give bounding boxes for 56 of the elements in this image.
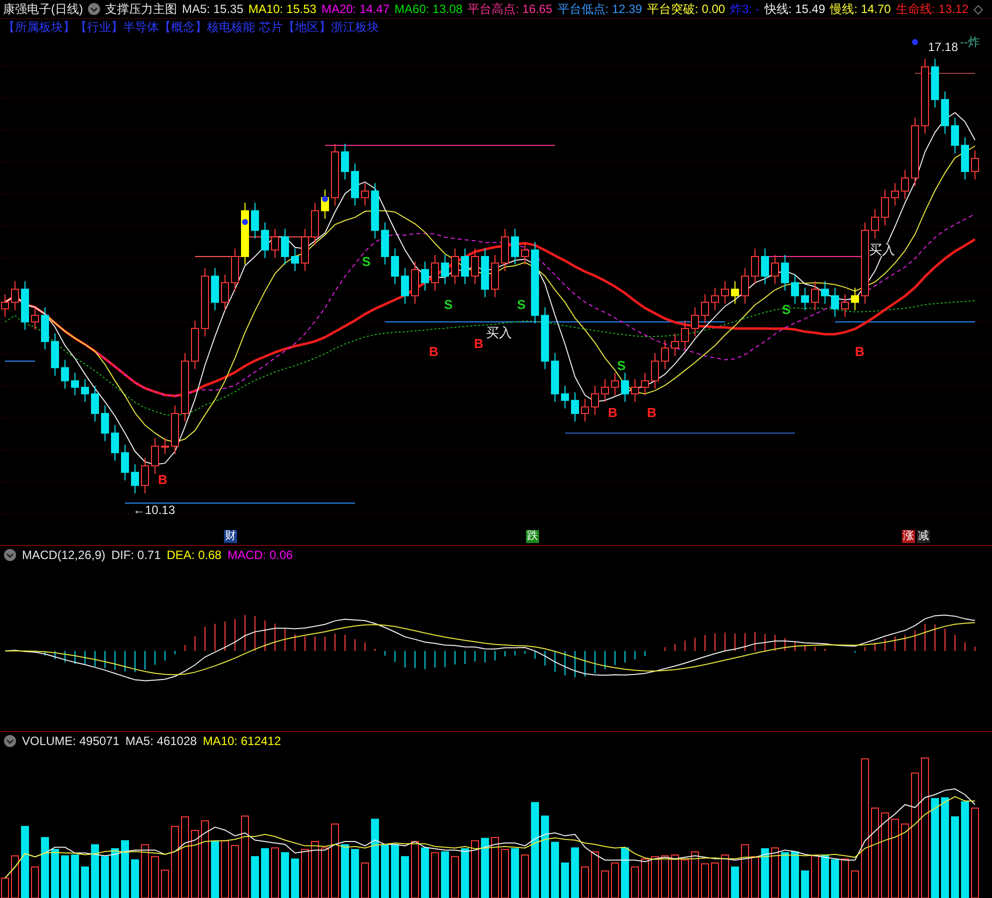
sector-info-text: 芯片: [259, 19, 283, 36]
buy-entry-label: 买入: [486, 326, 512, 339]
price-label: 17.18: [928, 41, 958, 53]
signal-letter: S: [517, 298, 526, 311]
indicator-value: MA5: 461028: [125, 734, 197, 748]
indicator-value: 平台突破: 0.00: [647, 0, 726, 18]
indicator-value: 炸3: -: [730, 0, 760, 18]
price-label: --炸: [960, 36, 980, 48]
indicator-name: 支撑压力主图: [105, 0, 177, 18]
peak-dot-icon: [322, 196, 328, 202]
signal-letter: B: [474, 337, 484, 350]
price-label: ←10.13: [133, 504, 176, 516]
signal-letter: B: [647, 406, 656, 419]
diamond-symbol[interactable]: ◇: [974, 2, 983, 16]
buy-entry-label: 买入: [869, 243, 895, 256]
platform-line: [4, 360, 36, 362]
indicator-value: MA10: 612412: [202, 734, 281, 748]
indicator-value: 平台高点: 16.65: [468, 0, 552, 18]
sector-info-text: 【地区】: [283, 19, 331, 36]
stock-name: 康强电子(日线): [3, 0, 83, 18]
indicator-value: VOLUME: 495071: [22, 734, 120, 748]
chevron-down-icon[interactable]: [4, 735, 16, 747]
peak-dot-icon: [242, 219, 248, 225]
indicator-value: MA10: 15.53: [248, 2, 316, 16]
indicator-value: 平台低点: 12.39: [557, 0, 642, 18]
event-marker[interactable]: 财: [224, 530, 237, 543]
indicator-value: MA20: 14.47: [321, 2, 390, 16]
signal-letter: B: [608, 406, 618, 419]
indicator-value: MA5: 15.35: [182, 2, 244, 16]
signal-letter: S: [362, 255, 371, 268]
signal-letter: B: [429, 345, 438, 358]
indicator-value: MACD: 0.06: [227, 548, 293, 562]
indicator-value: 生命线: 13.12: [896, 0, 969, 18]
macd-title: MACD(12,26,9): [22, 548, 106, 562]
sector-info-text: 【概念】: [159, 19, 207, 36]
indicator-value: MA60: 13.08: [394, 2, 463, 16]
sector-info-text: 浙江板块: [331, 19, 379, 36]
signal-letter: B: [855, 345, 864, 358]
signal-letter: S: [782, 303, 791, 316]
chevron-down-icon[interactable]: [4, 549, 16, 561]
indicator-value: DIF: 0.71: [111, 548, 161, 562]
signal-letter: S: [617, 359, 626, 372]
indicator-value: 慢线: 14.70: [830, 0, 891, 18]
indicator-value: 快线: 15.49: [764, 0, 826, 18]
event-marker[interactable]: 跌: [526, 530, 539, 543]
chevron-down-icon[interactable]: [88, 3, 100, 15]
peak-dot-icon: [912, 39, 918, 45]
sector-info-text: 【行业】: [75, 19, 123, 36]
sector-info-text: 核电核能: [207, 19, 255, 36]
signal-letter: B: [158, 473, 168, 486]
indicator-value: DEA: 0.68: [166, 548, 222, 562]
sector-info-text: 【所属板块】: [3, 19, 75, 36]
event-marker[interactable]: 涨: [902, 530, 915, 543]
sector-info-text: 半导体: [123, 19, 159, 36]
event-marker[interactable]: 减: [917, 530, 930, 543]
signal-letter: S: [444, 298, 453, 311]
